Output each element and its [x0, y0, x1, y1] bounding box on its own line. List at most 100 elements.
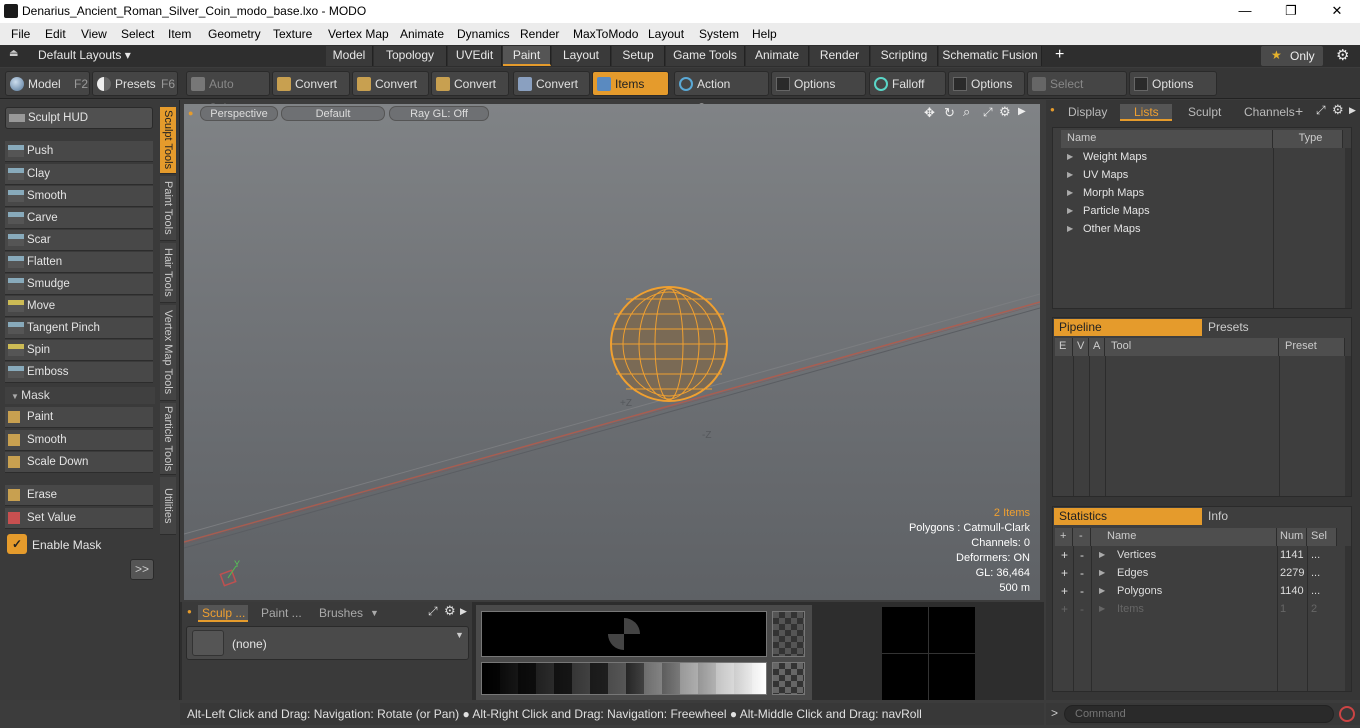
tab-pipeline[interactable]: Pipeline	[1054, 319, 1202, 336]
maximize-panel-icon[interactable]: ⤢	[428, 604, 438, 619]
3d-viewport[interactable]: +Z -Z Y ● Perspective Default Ray GL: Of…	[184, 104, 1040, 600]
alpha-swatch[interactable]	[772, 611, 805, 657]
sidetab-hair-tools[interactable]: Hair Tools	[160, 243, 176, 303]
falloff-button[interactable]: Falloff	[869, 71, 946, 96]
menu-maxtomodo[interactable]: MaxToModo	[573, 27, 638, 41]
record-icon[interactable]	[1339, 706, 1355, 722]
panel-arrow-icon[interactable]: ▶	[460, 606, 467, 617]
tool-move[interactable]: Move	[5, 296, 153, 317]
menu-edit[interactable]: Edit	[45, 27, 66, 41]
tool-push[interactable]: Push	[5, 141, 153, 162]
rotate-icon[interactable]: ↻	[944, 105, 955, 121]
menu-layout[interactable]: Layout	[648, 27, 684, 41]
menu-item[interactable]: Item	[168, 27, 191, 41]
menu-view[interactable]: View	[81, 27, 107, 41]
expand-arrow-icon[interactable]: ▶	[1099, 564, 1105, 582]
auto-select-button[interactable]: Auto Select	[186, 71, 270, 115]
tab-topology[interactable]: Topology	[374, 46, 447, 66]
value-swatch[interactable]	[772, 662, 805, 695]
sidetab-vertex-map-tools[interactable]: Vertex Map Tools	[160, 305, 176, 401]
mask-set-value-button[interactable]: Set Value	[5, 508, 153, 529]
zoom-icon[interactable]: ⌕	[963, 104, 970, 120]
command-input[interactable]	[1064, 705, 1334, 723]
select-through-options-button[interactable]: Options	[1129, 71, 1217, 96]
add-tab-button[interactable]: +	[1055, 46, 1064, 64]
mask-smooth-button[interactable]: Smooth	[5, 430, 153, 451]
tab-brushes[interactable]: Brushes	[314, 605, 378, 622]
table-row[interactable]: + - ▶ Vertices 1141 ...	[1055, 546, 1343, 564]
panel-gear-icon[interactable]: ⚙	[444, 603, 456, 619]
menu-file[interactable]: File	[11, 27, 30, 41]
select-through-button[interactable]: Select Through	[1027, 71, 1127, 115]
mask-scale-down-button[interactable]: Scale Down	[5, 452, 153, 473]
tab-game-tools[interactable]: Game Tools	[666, 46, 745, 66]
tab-info[interactable]: Info	[1203, 508, 1349, 525]
tab-model[interactable]: Model	[326, 46, 373, 66]
tab-lists[interactable]: Lists	[1120, 104, 1172, 121]
action-center-button[interactable]: Action Center	[674, 71, 769, 115]
tab-dropdown-icon[interactable]: ▼	[370, 608, 379, 618]
tab-schematic-fusion[interactable]: Schematic Fusion	[939, 46, 1042, 66]
default-layouts-dropdown[interactable]: Default Layouts ▾	[38, 48, 131, 62]
expand-arrow-icon[interactable]: ▶	[1099, 546, 1105, 564]
tab-sculpt-brush[interactable]: Sculp ...	[198, 605, 248, 622]
viewport-gear-icon[interactable]: ⚙	[999, 104, 1011, 120]
tab-sculpt[interactable]: Sculpt	[1174, 104, 1228, 121]
tab-setup[interactable]: Setup	[612, 46, 665, 66]
list-item[interactable]: ▶ Morph Maps	[1061, 184, 1339, 202]
tool-flatten[interactable]: Flatten	[5, 252, 153, 273]
expand-arrow-icon[interactable]: ▶	[1099, 600, 1105, 618]
layout-toggle-icon[interactable]: ⏏	[9, 48, 18, 59]
tab-channels[interactable]: Channels	[1230, 104, 1295, 121]
coin-mesh[interactable]	[610, 286, 728, 402]
viewport-menu-icon[interactable]: ●	[188, 108, 193, 118]
list-item[interactable]: ▶ Weight Maps	[1061, 148, 1339, 166]
maximize-viewport-icon[interactable]: ⤢	[983, 105, 993, 120]
mask-erase-button[interactable]: Erase	[5, 485, 153, 506]
menu-geometry[interactable]: Geometry	[208, 27, 261, 41]
tab-paint-brush[interactable]: Paint ...	[256, 605, 310, 622]
only-toggle[interactable]: ★ Only	[1261, 46, 1323, 66]
tool-emboss[interactable]: Emboss	[5, 362, 153, 383]
tool-scar[interactable]: Scar	[5, 230, 153, 251]
gear-icon[interactable]: ⚙	[1336, 46, 1349, 64]
maximize-panel-icon[interactable]: ⤢	[1316, 103, 1326, 118]
sidetab-particle-tools[interactable]: Particle Tools	[160, 403, 176, 475]
tab-display[interactable]: Display	[1054, 104, 1118, 121]
tab-render[interactable]: Render	[810, 46, 870, 66]
tab-statistics[interactable]: Statistics	[1054, 508, 1202, 525]
sidetab-paint-tools[interactable]: Paint Tools	[160, 176, 176, 241]
add-selection-button[interactable]: +	[1061, 600, 1068, 618]
pan-icon[interactable]: ✥	[924, 105, 935, 121]
tab-layout[interactable]: Layout	[552, 46, 611, 66]
add-tab-icon[interactable]: +	[1295, 103, 1303, 119]
tab-presets[interactable]: Presets	[1203, 319, 1349, 336]
menu-dynamics[interactable]: Dynamics	[457, 27, 510, 41]
convert-vertices-button[interactable]: Convert	[272, 71, 350, 96]
mask-section-header[interactable]: ▼ Mask	[5, 387, 155, 404]
tab-paint[interactable]: Paint	[503, 46, 551, 66]
gradient-strip[interactable]	[481, 662, 767, 695]
convert-edges-button[interactable]: Convert	[352, 71, 429, 96]
minimize-button[interactable]: —	[1222, 0, 1268, 23]
image-thumbnail[interactable]	[882, 607, 975, 700]
tool-spin[interactable]: Spin	[5, 340, 153, 361]
expand-arrow-icon[interactable]: ▶	[1099, 582, 1105, 600]
remove-selection-button[interactable]: -	[1080, 582, 1084, 600]
panel-gear-icon[interactable]: ⚙	[1332, 102, 1344, 118]
add-selection-button[interactable]: +	[1061, 582, 1068, 600]
model-mode-button[interactable]: Model F2	[5, 71, 90, 96]
list-item[interactable]: ▶ UV Maps	[1061, 166, 1339, 184]
items-mode-button[interactable]: Items	[592, 71, 669, 96]
view-type-button[interactable]: Perspective	[200, 106, 278, 121]
tool-clay[interactable]: Clay	[5, 164, 153, 185]
table-row[interactable]: + - ▶ Edges 2279 ...	[1055, 564, 1343, 582]
convert-materials-button[interactable]: Convert	[513, 71, 590, 96]
panel-menu-icon[interactable]: ●	[187, 607, 192, 616]
menu-help[interactable]: Help	[752, 27, 777, 41]
list-item[interactable]: ▶ Particle Maps	[1061, 202, 1339, 220]
menu-select[interactable]: Select	[121, 27, 154, 41]
tool-smudge[interactable]: Smudge	[5, 274, 153, 295]
remove-selection-button[interactable]: -	[1080, 564, 1084, 582]
menu-animate[interactable]: Animate	[400, 27, 444, 41]
